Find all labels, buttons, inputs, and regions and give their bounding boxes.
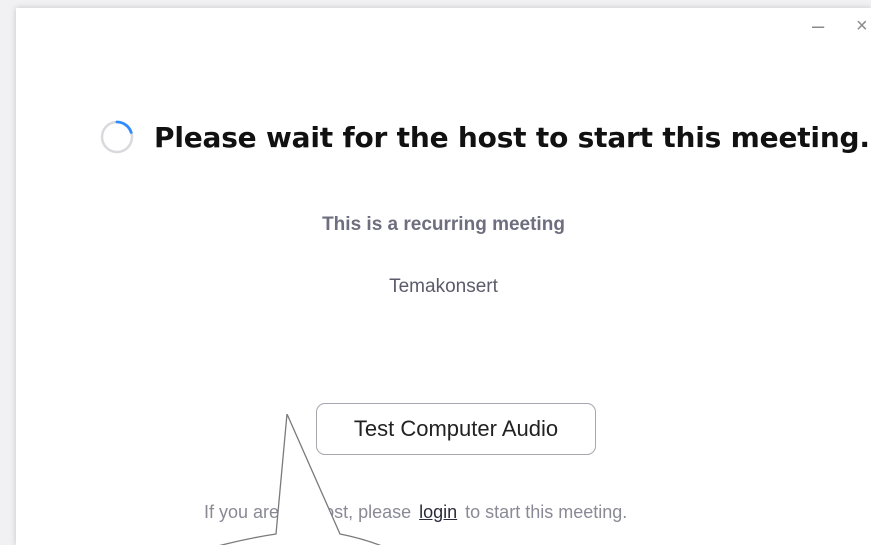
host-hint-prefix: If you are the host, please bbox=[204, 502, 412, 522]
loading-spinner-icon bbox=[100, 120, 134, 154]
minimize-button[interactable]: – bbox=[812, 15, 824, 37]
host-hint-suffix: to start this meeting. bbox=[465, 502, 628, 522]
meeting-name: Temakonsert bbox=[389, 276, 498, 297]
test-computer-audio-button[interactable]: Test Computer Audio bbox=[316, 403, 596, 455]
page-title: Please wait for the host to start this m… bbox=[154, 120, 870, 154]
host-login-hint: If you are the host, please login to start… bbox=[204, 502, 627, 523]
recurring-meeting-label: This is a recurring meeting bbox=[322, 214, 565, 235]
waiting-room-window: – × Please wait for the host to start th… bbox=[16, 8, 871, 545]
close-button[interactable]: × bbox=[856, 16, 868, 36]
login-link[interactable]: login bbox=[419, 502, 457, 522]
headline-row: Please wait for the host to start this m… bbox=[100, 120, 870, 154]
